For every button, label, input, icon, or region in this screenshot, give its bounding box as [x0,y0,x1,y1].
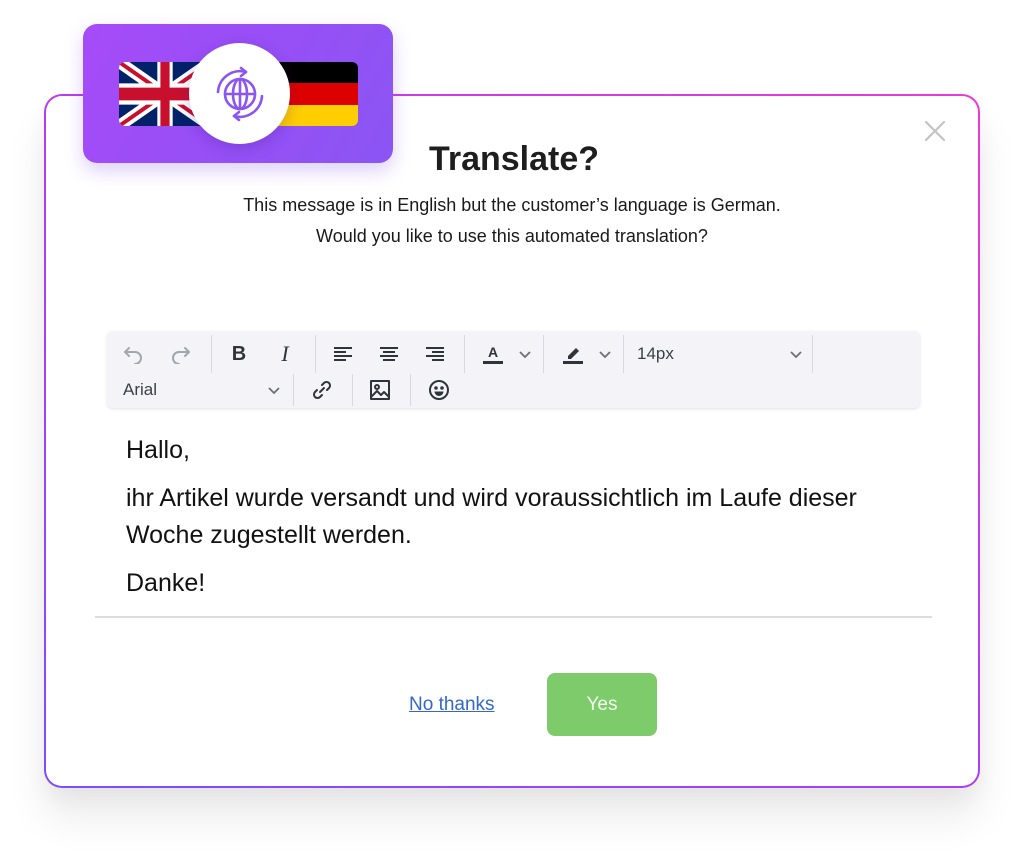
dialog-message-line-1: This message is in English but the custo… [243,195,781,215]
highlight-icon [563,348,583,364]
chevron-down-icon [790,351,802,359]
toolbar-separator [315,335,316,373]
image-icon [370,380,390,400]
text-color-dropdown[interactable]: A [479,341,535,367]
toolbar-separator [410,374,411,406]
insert-link-button[interactable] [308,377,336,403]
dialog-message-line-2: Would you like to use this automated tra… [316,226,708,246]
message-editor[interactable]: Hallo, ihr Artikel wurde versandt und wi… [126,432,906,613]
text-color-icon: A [483,344,503,364]
yes-button[interactable]: Yes [547,673,657,736]
bold-icon: B [231,342,247,365]
toolbar-separator [211,335,212,373]
italic-icon: I [281,341,289,366]
font-size-dropdown[interactable]: 14px [637,341,803,367]
emoji-icon [429,380,449,400]
editor-paragraph: ihr Artikel wurde versandt und wird vora… [126,484,857,549]
insert-emoji-button[interactable] [425,377,453,403]
italic-button[interactable]: I [271,341,299,367]
globe-sync-icon [216,66,263,121]
chevron-down-icon [599,351,611,359]
toolbar-separator [293,374,294,406]
toolbar-separator [352,374,353,406]
undo-icon [124,347,142,364]
align-right-icon [426,347,444,361]
link-icon [312,380,332,400]
redo-button[interactable] [167,341,195,367]
redo-icon [172,347,190,364]
insert-image-button[interactable] [366,377,394,403]
toolbar-separator [623,335,624,373]
font-size-value: 14px [637,344,674,363]
chevron-down-icon [519,351,531,359]
editor-toolbar: B I A 14px Arial [107,331,920,408]
align-center-button[interactable] [375,341,403,367]
editor-paragraph: Hallo, [126,436,190,464]
dialog-title: Translate? [428,140,600,178]
toolbar-separator [812,335,813,373]
chevron-down-icon [268,387,280,395]
highlight-dropdown[interactable] [559,341,615,367]
toolbar-separator [543,335,544,373]
align-center-icon [380,347,398,361]
translate-badge [189,43,290,144]
align-left-button[interactable] [329,341,357,367]
no-thanks-link[interactable]: No thanks [409,694,495,716]
editor-divider [95,616,932,618]
font-family-dropdown[interactable]: Arial [123,377,281,403]
bold-button[interactable]: B [225,341,253,367]
editor-paragraph: Danke! [126,569,206,597]
font-family-value: Arial [123,380,158,399]
align-left-icon [334,347,352,361]
toolbar-separator [464,335,465,373]
svg-text:A: A [488,344,498,360]
align-right-button[interactable] [421,341,449,367]
undo-button[interactable] [119,341,147,367]
